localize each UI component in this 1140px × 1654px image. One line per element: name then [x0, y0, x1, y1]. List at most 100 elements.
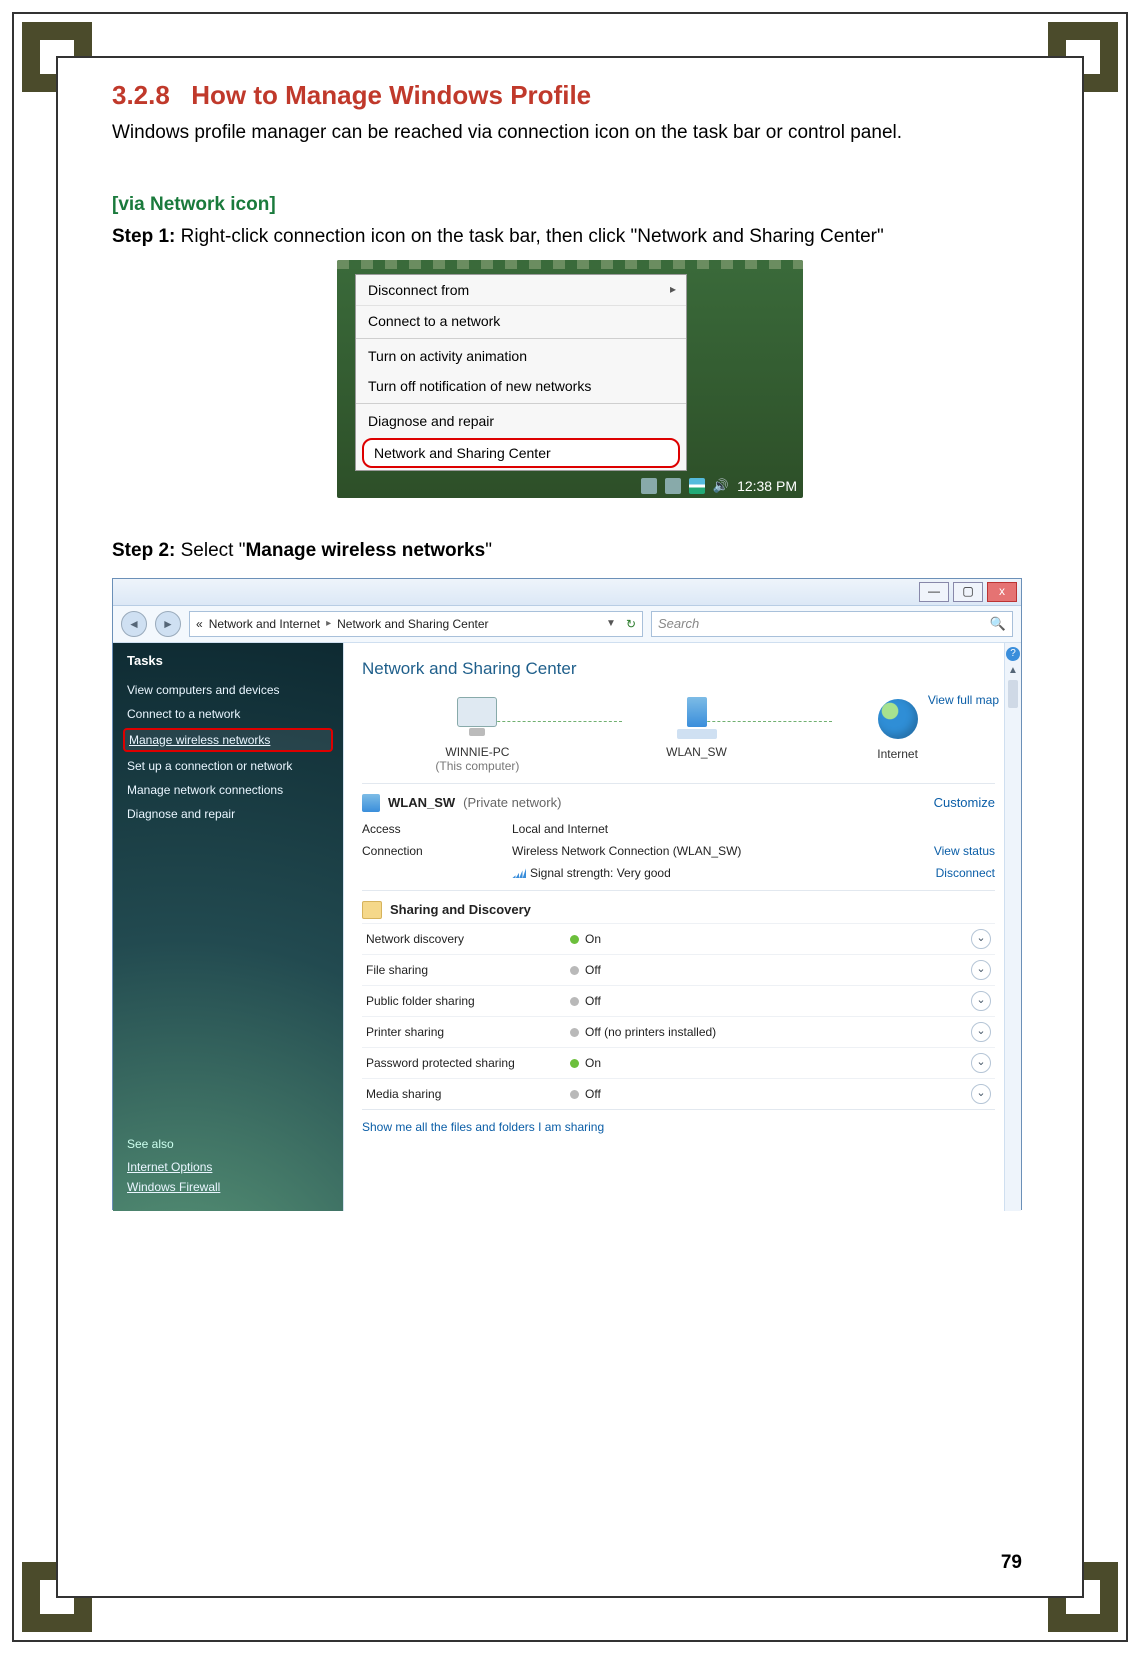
main-pane: ? ▲ Network and Sharing Center View full…: [343, 643, 1021, 1211]
search-input[interactable]: Search 🔍: [651, 611, 1013, 637]
sd-label: Printer sharing: [366, 1025, 546, 1039]
task-connect-network[interactable]: Connect to a network: [127, 702, 329, 726]
expand-button[interactable]: ⌄: [971, 1022, 991, 1042]
see-also-header: See also: [127, 1137, 329, 1151]
sd-label: Password protected sharing: [366, 1056, 546, 1070]
network-map: WINNIE-PC (This computer) WLAN_SW Intern…: [362, 697, 995, 783]
volume-icon[interactable]: 🔊: [713, 478, 729, 494]
node-internet: Internet: [874, 697, 922, 761]
screenshot-context-menu: Disconnect from Connect to a network Tur…: [337, 260, 803, 498]
expand-button[interactable]: ⌄: [971, 960, 991, 980]
step-2: Step 2: Select "Manage wireless networks…: [112, 540, 1028, 562]
menu-connect-to-network[interactable]: Connect to a network: [356, 305, 686, 336]
network-device-icon: [673, 697, 721, 743]
scroll-thumb[interactable]: [1008, 680, 1018, 708]
step-2-suffix: ": [485, 540, 492, 561]
see-also-windows-firewall[interactable]: Windows Firewall: [127, 1177, 329, 1197]
sd-state: On: [546, 1056, 971, 1070]
sd-state: Off (no printers installed): [546, 1025, 971, 1039]
maximize-button[interactable]: ▢: [953, 582, 983, 602]
customize-link[interactable]: Customize: [934, 795, 995, 810]
sd-label: Media sharing: [366, 1087, 546, 1101]
disconnect-link[interactable]: Disconnect: [885, 866, 995, 880]
node-pc-sub: (This computer): [435, 759, 519, 773]
step-2-prefix: Select ": [175, 540, 245, 561]
tasks-sidebar: Tasks View computers and devices Connect…: [113, 643, 343, 1211]
search-icon: 🔍: [990, 616, 1006, 632]
menu-diagnose-repair[interactable]: Diagnose and repair: [356, 406, 686, 436]
see-also: See also Internet Options Windows Firewa…: [127, 1137, 329, 1197]
task-manage-wireless[interactable]: Manage wireless networks: [123, 728, 333, 752]
tasks-header: Tasks: [127, 653, 329, 668]
sd-label: Network discovery: [366, 932, 546, 946]
close-button[interactable]: x: [987, 582, 1017, 602]
task-setup-connection[interactable]: Set up a connection or network: [127, 754, 329, 778]
context-menu: Disconnect from Connect to a network Tur…: [355, 274, 687, 471]
sd-state: On: [546, 932, 971, 946]
sd-row[interactable]: Network discoveryOn⌄: [362, 923, 995, 954]
expand-button[interactable]: ⌄: [971, 1084, 991, 1104]
main-title: Network and Sharing Center: [362, 659, 995, 679]
crumb-2[interactable]: Network and Sharing Center: [337, 617, 488, 631]
crumb-lead: «: [196, 617, 203, 631]
task-diagnose-repair[interactable]: Diagnose and repair: [127, 802, 329, 826]
minimize-button[interactable]: —: [919, 582, 949, 602]
node-network: WLAN_SW: [666, 697, 727, 759]
node-net-name: WLAN_SW: [666, 745, 727, 759]
window-titlebar: — ▢ x: [113, 579, 1021, 606]
status-dot-icon: [570, 997, 579, 1006]
help-icon[interactable]: ?: [1006, 647, 1020, 661]
signal-text: Signal strength: Very good: [530, 866, 671, 880]
menu-turn-on-activity[interactable]: Turn on activity animation: [356, 341, 686, 371]
status-dot-icon: [570, 935, 579, 944]
address-bar: ◄ ► « Network and Internet ▸ Network and…: [113, 606, 1021, 643]
task-manage-connections[interactable]: Manage network connections: [127, 778, 329, 802]
forward-button[interactable]: ►: [155, 611, 181, 637]
section-heading: 3.2.8 How to Manage Windows Profile: [112, 80, 1028, 111]
clock: 12:38 PM: [737, 478, 797, 494]
page-number: 79: [1001, 1552, 1022, 1574]
menu-turn-off-notification[interactable]: Turn off notification of new networks: [356, 371, 686, 401]
search-placeholder: Search: [658, 616, 699, 631]
sd-row[interactable]: Password protected sharingOn⌄: [362, 1047, 995, 1078]
scroll-up-icon[interactable]: ▲: [1005, 665, 1021, 676]
dropdown-icon[interactable]: ▼: [606, 618, 616, 629]
node-pc-name: WINNIE-PC: [435, 745, 519, 759]
sd-row[interactable]: Printer sharingOff (no printers installe…: [362, 1016, 995, 1047]
see-also-internet-options[interactable]: Internet Options: [127, 1157, 329, 1177]
globe-icon: [878, 699, 918, 739]
view-status-link[interactable]: View status: [885, 844, 995, 858]
sharing-discovery-title: Sharing and Discovery: [390, 902, 531, 917]
step-1-label: Step 1:: [112, 226, 175, 247]
breadcrumb[interactable]: « Network and Internet ▸ Network and Sha…: [189, 611, 643, 637]
menu-disconnect-from[interactable]: Disconnect from: [356, 275, 686, 305]
sd-row[interactable]: File sharingOff⌄: [362, 954, 995, 985]
sd-state: Off: [546, 963, 971, 977]
show-shared-files-link[interactable]: Show me all the files and folders I am s…: [362, 1109, 995, 1134]
network-icon[interactable]: [689, 478, 705, 494]
connection-label: Connection: [362, 844, 512, 858]
sd-label: Public folder sharing: [366, 994, 546, 1008]
refresh-icon[interactable]: ↻: [626, 617, 636, 631]
task-view-computers[interactable]: View computers and devices: [127, 678, 329, 702]
users-icon: [362, 901, 382, 919]
network-kind: (Private network): [463, 795, 561, 810]
screenshot-network-sharing-center: — ▢ x ◄ ► « Network and Internet ▸ Netwo…: [112, 578, 1022, 1210]
tray-icon[interactable]: [641, 478, 657, 494]
expand-button[interactable]: ⌄: [971, 929, 991, 949]
node-internet-name: Internet: [874, 747, 922, 761]
tray-icon[interactable]: [665, 478, 681, 494]
section-number: 3.2.8: [112, 80, 184, 111]
crumb-sep: ▸: [326, 618, 331, 629]
access-value: Local and Internet: [512, 822, 885, 836]
status-dot-icon: [570, 966, 579, 975]
intro-text: Windows profile manager can be reached v…: [112, 119, 1028, 148]
expand-button[interactable]: ⌄: [971, 991, 991, 1011]
sd-row[interactable]: Public folder sharingOff⌄: [362, 985, 995, 1016]
menu-network-sharing-center[interactable]: Network and Sharing Center: [362, 438, 680, 468]
back-button[interactable]: ◄: [121, 611, 147, 637]
scrollbar[interactable]: ? ▲: [1004, 643, 1021, 1211]
expand-button[interactable]: ⌄: [971, 1053, 991, 1073]
sd-row[interactable]: Media sharingOff⌄: [362, 1078, 995, 1109]
crumb-1[interactable]: Network and Internet: [209, 617, 320, 631]
